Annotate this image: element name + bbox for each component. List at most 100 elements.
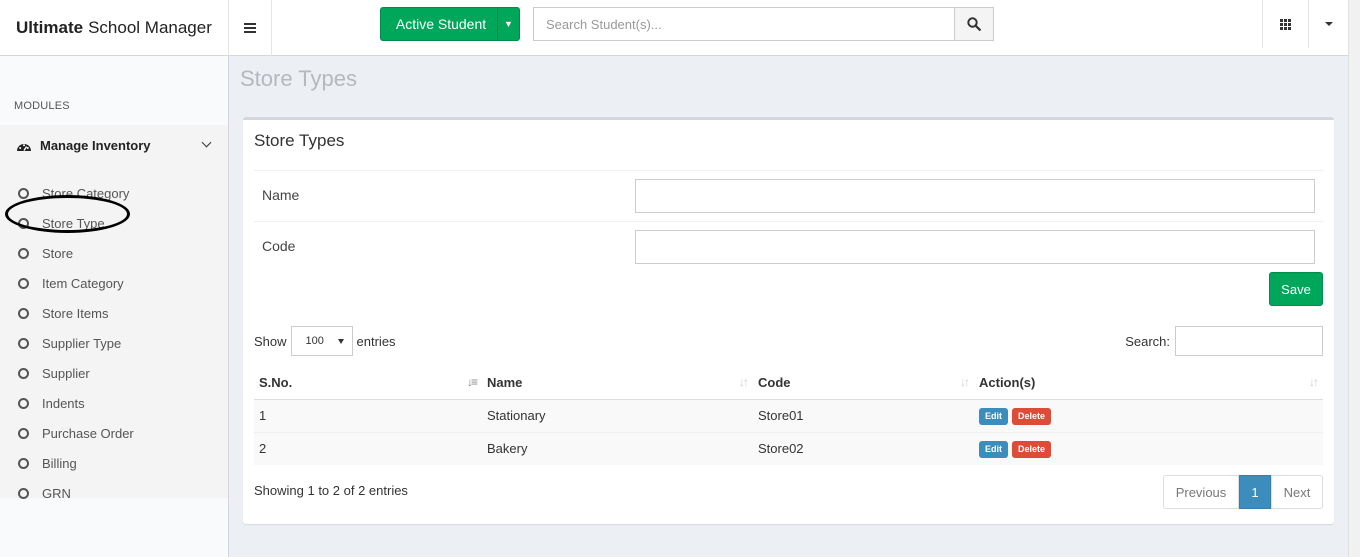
search-icon [967, 17, 981, 31]
inventory-submenu: Store Category Store Type Store Item Cat… [0, 166, 228, 501]
sort-icon: ↓↑ [960, 375, 970, 389]
search-button[interactable] [954, 7, 994, 41]
panel-title: Store Types [254, 131, 345, 150]
page-1-button[interactable]: 1 [1239, 475, 1271, 509]
code-label: Code [262, 238, 296, 254]
code-input[interactable] [635, 230, 1315, 264]
column-header-code[interactable]: Code ↓↑ [753, 366, 974, 400]
cell-actions: Edit Delete [974, 399, 1323, 433]
sidebar-section-header: MODULES [14, 100, 70, 112]
cell-code: Store02 [753, 432, 974, 465]
delete-button[interactable]: Delete [1012, 407, 1052, 425]
student-search [533, 7, 994, 41]
name-input[interactable] [635, 179, 1315, 213]
next-page-button[interactable]: Next [1271, 475, 1323, 509]
sidebar-item-label: Purchase Order [42, 425, 134, 441]
circle-icon [18, 217, 29, 229]
sidebar-item-indents[interactable]: Indents [18, 393, 85, 413]
hamburger-icon [244, 23, 256, 33]
sidebar-item-store-type[interactable]: Store Type [18, 213, 105, 233]
student-search-input[interactable] [533, 7, 954, 41]
sidebar-item-label: Item Category [42, 275, 124, 291]
sidebar: MODULES Manage Inventory Store Category … [0, 56, 229, 557]
entries-label: entries [356, 333, 396, 349]
page-length-select[interactable]: 100 [290, 326, 353, 356]
cell-sno: 1 [254, 399, 482, 433]
page-scrollbar[interactable] [1348, 0, 1360, 557]
store-types-panel: Store Types Name Code Save Show 100 entr… [243, 117, 1334, 524]
sidebar-item-label: Indents [42, 395, 85, 411]
page-length-value: 100 [305, 335, 324, 347]
circle-icon [18, 487, 29, 499]
sidebar-item-grn[interactable]: GRN [18, 483, 71, 503]
circle-icon [18, 247, 29, 259]
sidebar-item-label: Store Type [42, 215, 105, 231]
sidebar-item-label: Supplier Type [42, 335, 122, 351]
active-student-label: Active Student [395, 16, 487, 32]
code-form-row: Code [254, 221, 1323, 272]
cell-actions: Edit Delete [974, 432, 1323, 465]
circle-icon [18, 397, 29, 409]
sidebar-item-billing[interactable]: Billing [18, 453, 77, 473]
apps-grid-button[interactable] [1262, 0, 1308, 48]
table-search-label: Search: [1125, 333, 1170, 349]
column-header-actions[interactable]: Action(s) ↓↑ [974, 366, 1323, 400]
cell-sno: 2 [254, 432, 482, 465]
pagination: Previous 1 Next [1163, 475, 1323, 509]
circle-icon [18, 367, 29, 379]
sidebar-item-manage-inventory[interactable]: Manage Inventory [0, 125, 228, 166]
sidebar-item-label: Manage Inventory [40, 138, 151, 153]
sort-icon: ↓↑ [1309, 375, 1319, 389]
sidebar-item-label: Supplier [42, 365, 90, 381]
sidebar-item-store[interactable]: Store [18, 243, 73, 263]
page-title: Store Types [240, 66, 357, 91]
sidebar-item-item-category[interactable]: Item Category [18, 273, 124, 293]
circle-icon [18, 187, 29, 199]
save-button[interactable]: Save [1269, 272, 1323, 306]
table-row: 1 Stationary Store01 Edit Delete [254, 399, 1323, 433]
app-title-bold: Ultimate [16, 18, 84, 37]
sidebar-item-store-category[interactable]: Store Category [18, 183, 129, 203]
sidebar-item-label: GRN [42, 485, 71, 501]
cell-name: Bakery [482, 432, 753, 465]
sidebar-item-store-items[interactable]: Store Items [18, 303, 108, 323]
column-header-sno[interactable]: S.No. ↓≡ [254, 366, 482, 400]
circle-icon [18, 307, 29, 319]
sidebar-item-supplier-type[interactable]: Supplier Type [18, 333, 121, 353]
page-length-control: Show 100 entries [254, 326, 396, 356]
sidebar-item-label: Store Items [42, 305, 109, 321]
active-student-button[interactable]: Active Student ▼ [380, 7, 520, 41]
previous-page-button[interactable]: Previous [1163, 475, 1239, 509]
sidebar-item-label: Billing [42, 455, 77, 471]
sort-asc-icon: ↓≡ [466, 375, 478, 389]
select-arrow-icon [337, 338, 344, 344]
chevron-down-icon [201, 137, 212, 148]
circle-icon [18, 337, 29, 349]
sort-icon: ↓↑ [739, 375, 749, 389]
sidebar-item-label: Store [42, 245, 74, 261]
dashboard-icon [17, 143, 31, 151]
app-logo[interactable]: Ultimate School Manager [0, 0, 229, 56]
circle-icon [18, 427, 29, 439]
sidebar-toggle-button[interactable] [229, 0, 272, 56]
column-header-name[interactable]: Name ↓↑ [482, 366, 753, 400]
delete-button[interactable]: Delete [1012, 440, 1052, 458]
edit-button[interactable]: Edit [979, 407, 1008, 425]
table-row: 2 Bakery Store02 Edit Delete [254, 432, 1323, 465]
circle-icon [18, 457, 29, 469]
sidebar-item-supplier[interactable]: Supplier [18, 363, 90, 383]
table-search: Search: [1125, 326, 1323, 356]
show-label: Show [254, 333, 287, 349]
sidebar-item-purchase-order[interactable]: Purchase Order [18, 423, 134, 443]
app-title-rest: School Manager [88, 18, 212, 37]
cell-name: Stationary [482, 399, 753, 433]
caret-down-icon [1324, 22, 1333, 26]
store-types-table: S.No. ↓≡ Name ↓↑ Code ↓↑ Action(s) ↓↑ 1 … [254, 366, 1323, 465]
caret-down-icon[interactable]: ▼ [497, 8, 519, 40]
cell-code: Store01 [753, 399, 974, 433]
table-header-row: S.No. ↓≡ Name ↓↑ Code ↓↑ Action(s) ↓↑ [254, 366, 1323, 400]
edit-button[interactable]: Edit [979, 440, 1008, 458]
table-search-input[interactable] [1175, 326, 1323, 356]
sidebar-item-label: Store Category [42, 185, 130, 201]
user-menu-button[interactable] [1308, 0, 1348, 48]
